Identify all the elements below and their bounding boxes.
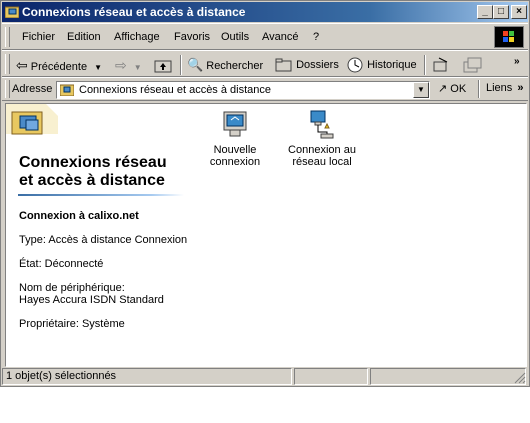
- network-folder-icon: [5, 6, 19, 18]
- status-cell-3: [370, 368, 526, 385]
- window-title: Connexions réseau et accès à distance: [22, 5, 246, 19]
- menu-edition[interactable]: Edition: [67, 31, 101, 43]
- folder-view: Connexions réseau et accès à distance Co…: [5, 103, 527, 367]
- folders-label: Dossiers: [296, 59, 339, 71]
- toolbar-separator-2: [424, 55, 426, 75]
- address-separator: [478, 80, 480, 98]
- search-icon: 🔍: [187, 57, 204, 72]
- address-bar: Adresse Connexions réseau et accès à dis…: [2, 77, 528, 101]
- back-arrow-icon: ⇦: [16, 57, 28, 73]
- network-folder-large-icon: [6, 104, 58, 135]
- copy-to-icon: [463, 57, 482, 73]
- menu-favoris[interactable]: Favoris: [174, 31, 210, 43]
- address-dropdown-button[interactable]: ▼: [413, 82, 429, 98]
- move-to-button[interactable]: [432, 56, 450, 74]
- status-bar: 1 objet(s) sélectionnés: [2, 367, 528, 386]
- new-connection-label-1: Nouvelle: [213, 144, 257, 156]
- search-label: Rechercher: [206, 60, 264, 72]
- back-dropdown-icon[interactable]: ▼: [94, 63, 102, 72]
- local-network-label-1: Connexion au: [288, 144, 356, 156]
- title-bar[interactable]: Connexions réseau et accès à distance _ …: [2, 2, 528, 22]
- folders-icon: [275, 58, 292, 72]
- standard-toolbar: ⇦ Précédente ▼ ⇨ ▼ 🔍 Rechercher Dossiers: [2, 50, 528, 77]
- panel-divider: [18, 194, 184, 196]
- device-name-label: Nom de périphérique:: [19, 282, 125, 294]
- status-text: 1 objet(s) sélectionnés: [2, 368, 292, 385]
- explorer-window: Connexions réseau et accès à distance _ …: [0, 0, 530, 387]
- folders-button[interactable]: Dossiers: [275, 56, 339, 74]
- new-connection-icon: [223, 111, 247, 137]
- new-connection-item[interactable]: Nouvelle connexion: [197, 110, 273, 168]
- local-network-icon: [310, 110, 334, 139]
- selected-item-type: Type: Accès à distance Connexion: [19, 234, 188, 246]
- address-grip[interactable]: [5, 80, 10, 98]
- minimize-button[interactable]: _: [477, 5, 493, 19]
- toolbar-separator: [180, 55, 182, 75]
- menu-affichage[interactable]: Affichage: [114, 31, 160, 43]
- panel-title-line2: et accès à distance: [19, 172, 165, 189]
- device-name-value: Hayes Accura ISDN Standard: [19, 294, 164, 306]
- new-connection-label-2: connexion: [209, 156, 261, 168]
- go-arrow-icon: ↗: [438, 83, 448, 95]
- address-input[interactable]: Connexions réseau et accès à distance ▼: [56, 81, 430, 99]
- address-label: Adresse: [12, 83, 53, 95]
- toolbar-grip[interactable]: [5, 54, 10, 74]
- selected-item-owner: Propriétaire: Système: [19, 318, 125, 330]
- address-value: Connexions réseau et accès à distance: [79, 84, 272, 96]
- selected-item-state: État: Déconnecté: [19, 258, 104, 270]
- menu-bar: Fichier Edition Affichage Favoris Outils…: [2, 23, 528, 50]
- links-label: Liens: [486, 82, 513, 94]
- links-overflow-icon: »: [517, 82, 524, 94]
- toolbar-overflow-icon[interactable]: »: [514, 53, 520, 71]
- local-network-item[interactable]: Connexion au réseau local: [284, 110, 360, 168]
- forward-button[interactable]: ⇨ ▼: [115, 56, 142, 74]
- go-label: OK: [450, 83, 467, 95]
- panel-title-line1: Connexions réseau: [19, 154, 167, 171]
- maximize-button[interactable]: □: [493, 5, 509, 19]
- move-to-icon: [433, 57, 448, 72]
- status-cell-2: [294, 368, 368, 385]
- menu-help[interactable]: ?: [313, 31, 319, 43]
- back-label: Précédente: [30, 61, 88, 73]
- local-network-label-2: réseau local: [292, 156, 352, 168]
- menu-fichier[interactable]: Fichier: [22, 31, 55, 43]
- history-button[interactable]: Historique: [346, 56, 417, 74]
- search-button[interactable]: 🔍 Rechercher: [187, 56, 263, 74]
- history-label: Historique: [367, 59, 417, 71]
- resize-grip-icon[interactable]: [514, 372, 526, 384]
- forward-dropdown-icon: ▼: [133, 63, 142, 72]
- menu-grip[interactable]: [5, 27, 10, 47]
- selected-item-name: Connexion à calixo.net: [19, 210, 139, 222]
- go-button[interactable]: ↗ OK: [438, 82, 466, 95]
- up-folder-icon: [154, 60, 172, 73]
- panel-title: Connexions réseau et accès à distance: [19, 154, 167, 190]
- network-folder-icon: [60, 84, 74, 96]
- back-button[interactable]: ⇦ Précédente ▼: [16, 56, 102, 74]
- copy-to-button[interactable]: [462, 56, 484, 74]
- windows-logo-icon: [494, 26, 524, 48]
- menu-avance[interactable]: Avancé: [262, 31, 299, 43]
- up-folder-button[interactable]: [154, 56, 172, 74]
- menu-outils[interactable]: Outils: [221, 31, 249, 43]
- links-button[interactable]: Liens »: [486, 82, 523, 94]
- forward-arrow-icon: ⇨: [115, 57, 127, 73]
- close-button[interactable]: ×: [511, 5, 527, 19]
- history-icon: [347, 57, 363, 73]
